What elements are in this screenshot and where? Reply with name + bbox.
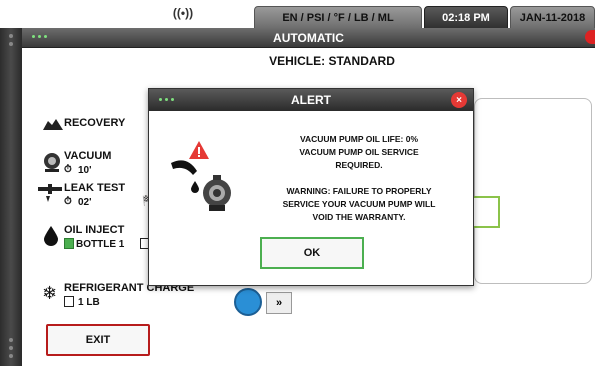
start-button[interactable] bbox=[470, 196, 500, 228]
vehicle-label: VEHICLE: STANDARD bbox=[269, 54, 395, 68]
timer-icon: ⏱ bbox=[64, 196, 72, 207]
status-bar: ((•)) EN / PSI / °F / LB / ML 02:18 PM J… bbox=[0, 0, 595, 30]
units-tab[interactable]: EN / PSI / °F / LB / ML bbox=[254, 6, 422, 30]
step-label: OIL INJECT bbox=[64, 224, 125, 236]
exit-button[interactable]: EXIT bbox=[46, 324, 150, 356]
bottle-label: BOTTLE 1 bbox=[76, 239, 125, 250]
main-title: AUTOMATIC bbox=[273, 31, 344, 45]
bottle-icon bbox=[64, 238, 74, 249]
scale-icon bbox=[64, 296, 74, 307]
date-tab[interactable]: JAN-11-2018 bbox=[510, 6, 595, 30]
recovery-icon bbox=[43, 119, 63, 130]
alert-line: VOID THE WARRANTY. bbox=[312, 212, 406, 222]
alert-line: VACUUM PUMP OIL SERVICE bbox=[299, 147, 419, 157]
alert-line: REQUIRED. bbox=[335, 160, 383, 170]
vacuum-pump-icon bbox=[44, 153, 60, 172]
main-close-button[interactable] bbox=[585, 30, 595, 44]
alert-line: VACUUM PUMP OIL LIFE: 0% bbox=[299, 134, 419, 144]
rail-dot bbox=[9, 338, 13, 342]
right-panel bbox=[474, 98, 592, 284]
alert-titlebar: ALERT × bbox=[149, 89, 473, 111]
charge-amount: 1 LB bbox=[78, 297, 100, 308]
leak-test-icon bbox=[38, 184, 62, 202]
rail-dot bbox=[9, 346, 13, 350]
rail-dot bbox=[9, 34, 13, 38]
timer-icon: ⏱ bbox=[64, 164, 72, 175]
oil-warning-icon bbox=[171, 141, 231, 211]
step-time: 10' bbox=[78, 165, 92, 176]
time-tab[interactable]: 02:18 PM bbox=[424, 6, 508, 30]
step-label: RECOVERY bbox=[64, 117, 126, 129]
alert-dialog: ALERT × VACUUM PUMP OIL LIFE: 0% VACUUM … bbox=[148, 88, 474, 286]
ok-button[interactable]: OK bbox=[260, 237, 364, 269]
step-label: LEAK TEST bbox=[64, 182, 126, 194]
snowflake-icon: ❄ bbox=[42, 283, 58, 303]
alert-title: ALERT bbox=[291, 93, 331, 107]
fast-forward-button[interactable]: » bbox=[266, 292, 292, 314]
broadcast-icon: ((•)) bbox=[172, 6, 194, 20]
close-icon[interactable]: × bbox=[451, 92, 467, 108]
oil-drop-icon bbox=[44, 226, 58, 246]
alert-line: WARNING: FAILURE TO PROPERLY bbox=[286, 186, 432, 196]
rail-dot bbox=[9, 354, 13, 358]
main-titlebar: AUTOMATIC bbox=[22, 28, 595, 48]
step-time: 02' bbox=[78, 197, 92, 208]
alert-line: SERVICE YOUR VACUUM PUMP WILL bbox=[282, 199, 436, 209]
status-dial-button[interactable] bbox=[234, 288, 262, 316]
left-rail bbox=[0, 28, 22, 366]
step-label: VACUUM bbox=[64, 150, 112, 162]
rail-dot bbox=[9, 42, 13, 46]
